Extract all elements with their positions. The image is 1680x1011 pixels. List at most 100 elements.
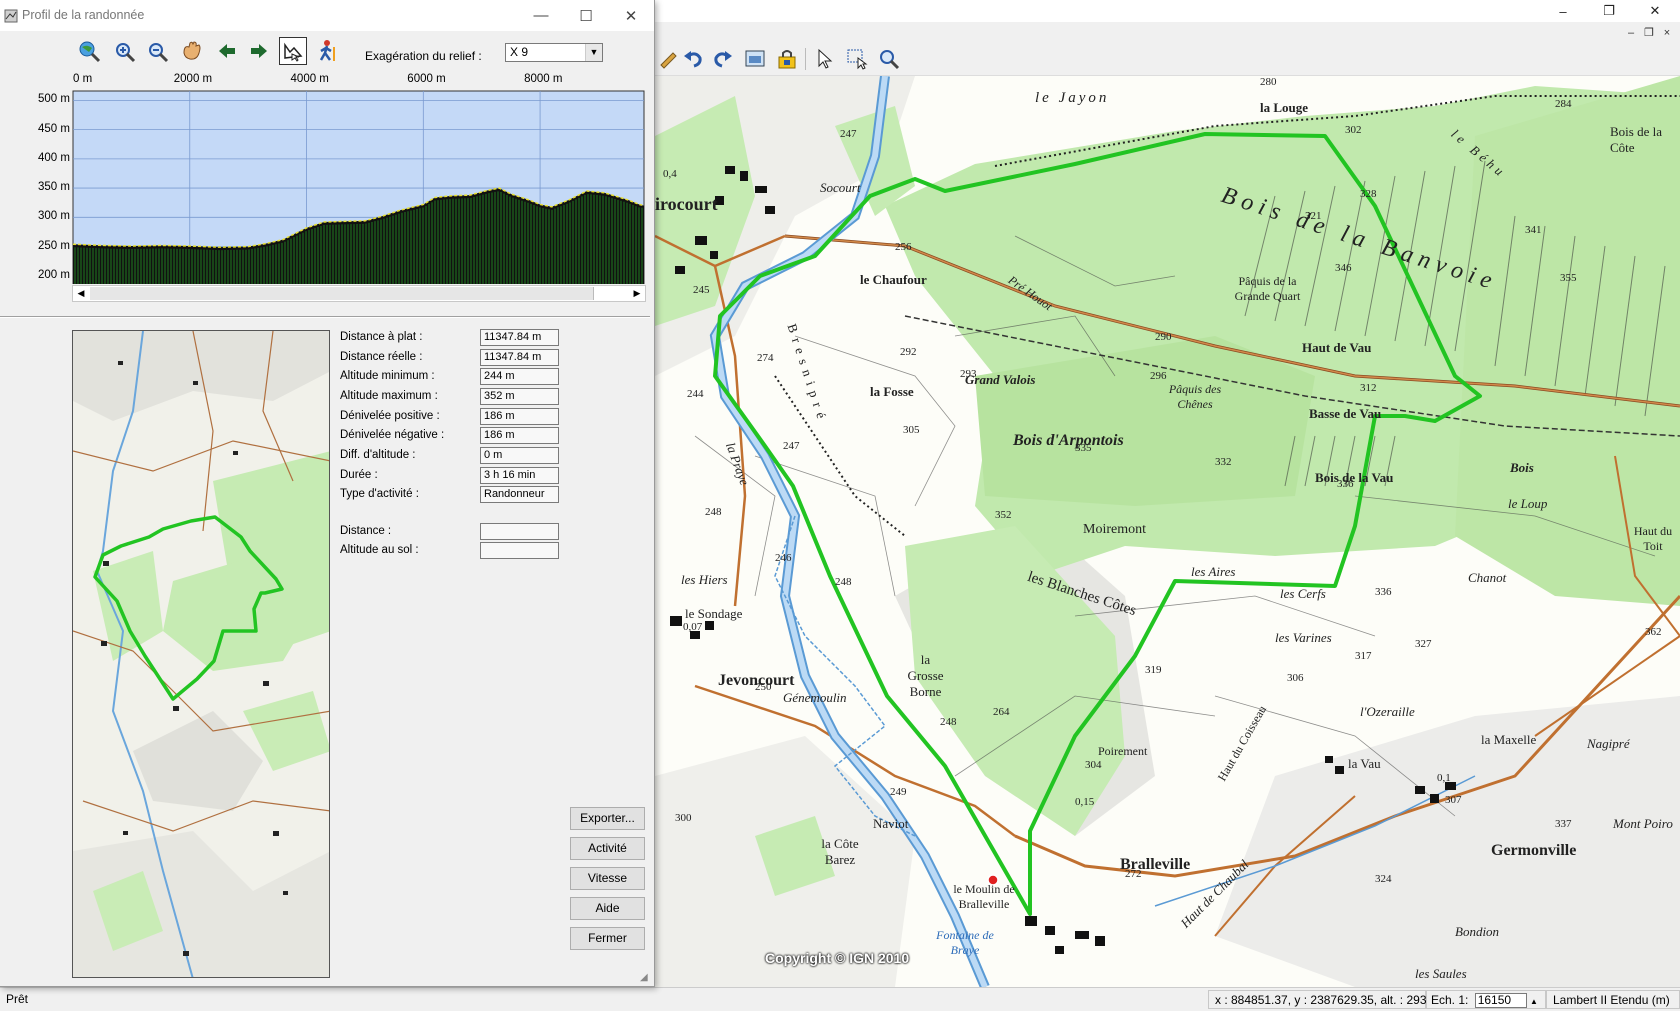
spot-height-label: 296 <box>1150 370 1167 382</box>
stat-value: 0 m <box>480 447 559 464</box>
profile-view-icon[interactable] <box>279 37 307 65</box>
chevron-down-icon[interactable]: ▼ <box>585 44 602 61</box>
app-close-button[interactable]: ✕ <box>1632 0 1678 22</box>
stat-value: 244 m <box>480 368 559 385</box>
stat-label: Dénivelée négative : <box>340 429 445 441</box>
status-scale: Ech. 1: 16150 ▲ <box>1426 990 1546 1009</box>
spot-height-label: 319 <box>1145 664 1162 676</box>
arrow-right-icon[interactable] <box>245 37 273 65</box>
overview-map[interactable] <box>72 330 330 978</box>
map-label-bois: Bois <box>1510 460 1534 475</box>
dialog-title-bar[interactable]: Profil de la randonnée — ☐ ✕ <box>0 0 654 31</box>
spot-height-label: 284 <box>1555 98 1572 110</box>
status-bar: Prêt x : 884851.37, y : 2387629.35, alt.… <box>0 987 1680 1010</box>
spot-height-label: 0,4 <box>663 168 677 180</box>
dialog-close-button[interactable]: ✕ <box>608 0 654 31</box>
help-button[interactable]: Aide <box>570 897 645 920</box>
zoom-in-icon[interactable] <box>110 37 138 65</box>
profile-scrollbar[interactable]: ◀ ▶ <box>72 285 646 302</box>
scale-input[interactable]: 16150 <box>1474 993 1527 1008</box>
spot-height-label: 248 <box>835 576 852 588</box>
dialog-app-icon <box>4 9 18 23</box>
dialog-maximize-button[interactable]: ☐ <box>563 0 609 31</box>
y-tick-label: 500 m <box>38 93 70 106</box>
lock-icon[interactable] <box>773 45 801 73</box>
speed-button[interactable]: Vitesse <box>570 867 645 890</box>
spot-height-label: 335 <box>1075 442 1092 454</box>
spot-height-label: 324 <box>1375 873 1392 885</box>
map-label-chanot: Chanot <box>1468 570 1507 585</box>
spot-height-label: 249 <box>890 786 907 798</box>
stat-value: 352 m <box>480 388 559 405</box>
spot-height-label: 280 <box>1260 76 1277 88</box>
select-rectangle-icon[interactable] <box>843 45 871 73</box>
scale-up-icon[interactable]: ▲ <box>1530 997 1538 1006</box>
spot-height-label: 290 <box>1155 331 1172 343</box>
map-label-paquis-grande-quart: Pâquis de la Grande Quart <box>1234 274 1301 303</box>
pan-hand-icon[interactable] <box>178 37 206 65</box>
redo-icon[interactable] <box>709 45 737 73</box>
dialog-toolbar: Exagération du relief : X 9 ▼ <box>0 31 654 71</box>
relief-exaggeration-value: X 9 <box>510 45 529 59</box>
spot-height-label: 355 <box>1560 272 1577 284</box>
y-tick-label: 250 m <box>38 239 70 252</box>
mdi-minimize-button[interactable]: – <box>1623 26 1639 40</box>
status-ready: Prêt <box>0 990 35 1009</box>
x-tick-label: 2000 m <box>173 73 213 85</box>
spot-height-label: 0,07 <box>683 621 703 633</box>
spot-height-label: 292 <box>900 346 917 358</box>
magnify-icon[interactable] <box>875 45 903 73</box>
spot-height-label: 272 <box>1125 868 1142 880</box>
mdi-close-button[interactable]: × <box>1659 26 1675 40</box>
spot-height-label: 256 <box>895 241 912 253</box>
map-label-mont-poiro: Mont Poiro <box>1613 816 1673 831</box>
spot-height-label: 307 <box>1445 794 1462 806</box>
map-label-haut-du-toit: Haut du Toit <box>1633 524 1673 553</box>
mdi-restore-button[interactable]: ❐ <box>1641 26 1657 40</box>
app-minimize-button[interactable]: – <box>1540 0 1586 22</box>
close-button[interactable]: Fermer <box>570 927 645 950</box>
relief-exaggeration-select[interactable]: X 9 ▼ <box>505 43 603 62</box>
elevation-profile-chart <box>72 90 645 284</box>
image-icon[interactable] <box>741 45 769 73</box>
app-toolbar <box>655 42 1680 76</box>
elevation-profile[interactable]: 0 m 2000 m 4000 m 6000 m 8000 m 500 m 450 m 40… <box>0 72 654 312</box>
status-projection[interactable]: Lambert II Etendu (m) <box>1546 990 1680 1009</box>
map-label-bois-arpontois: Bois d'Arpontois <box>1013 432 1124 449</box>
status-coordinates: x : 884851.37, y : 2387629.35, alt. : 29… <box>1208 990 1440 1009</box>
stat-value: Randonneur <box>480 486 559 503</box>
spot-height-label: 300 <box>675 812 692 824</box>
map-label-haut-de-vau: Haut de Vau <box>1302 340 1372 355</box>
dialog-minimize-button[interactable]: — <box>518 0 564 31</box>
map-label-bois-cote: Bois de la Côte <box>1610 124 1662 155</box>
spot-height-label: 336 <box>1337 478 1354 490</box>
pointer-icon[interactable] <box>811 45 839 73</box>
app-restore-button[interactable]: ❐ <box>1586 0 1632 22</box>
spot-height-label: 346 <box>1335 262 1352 274</box>
scale-label: Ech. 1: <box>1431 993 1469 1007</box>
stat-label: Type d'activité : <box>340 488 419 500</box>
profile-scrollbar-thumb[interactable] <box>90 287 594 300</box>
zoom-globe-icon[interactable] <box>75 37 103 65</box>
resize-grip-icon[interactable]: ◢ <box>640 972 652 984</box>
undo-icon[interactable] <box>679 45 707 73</box>
map-label-fontaine-de-braye: Fontaine de Braye <box>936 928 994 957</box>
scroll-left-icon[interactable]: ◀ <box>73 286 89 301</box>
map-label-virocourt: irocourt <box>655 194 718 214</box>
map-label-la-cote-barez: la Côte Barez <box>821 836 859 867</box>
x-tick-label: 6000 m <box>407 73 446 85</box>
spot-height-label: 250 <box>755 681 772 693</box>
stat-label: Diff. d'altitude : <box>340 449 416 461</box>
map-copyright: Copyright © IGN 2010 <box>765 950 910 966</box>
hiker-icon[interactable] <box>313 37 341 65</box>
y-tick-label: 400 m <box>38 151 70 164</box>
export-button[interactable]: Exporter... <box>570 807 645 830</box>
stat-label: Dénivelée positive : <box>340 410 440 422</box>
spot-height-label: 0,1 <box>1437 772 1451 784</box>
activity-button[interactable]: Activité <box>570 837 645 860</box>
topographic-map[interactable]: Bois de la Banvoie le Jayon la Louge le … <box>655 76 1680 987</box>
scroll-right-icon[interactable]: ▶ <box>629 286 645 301</box>
zoom-out-icon[interactable] <box>143 37 171 65</box>
spot-height-label: 341 <box>1525 224 1542 236</box>
arrow-left-icon[interactable] <box>213 37 241 65</box>
